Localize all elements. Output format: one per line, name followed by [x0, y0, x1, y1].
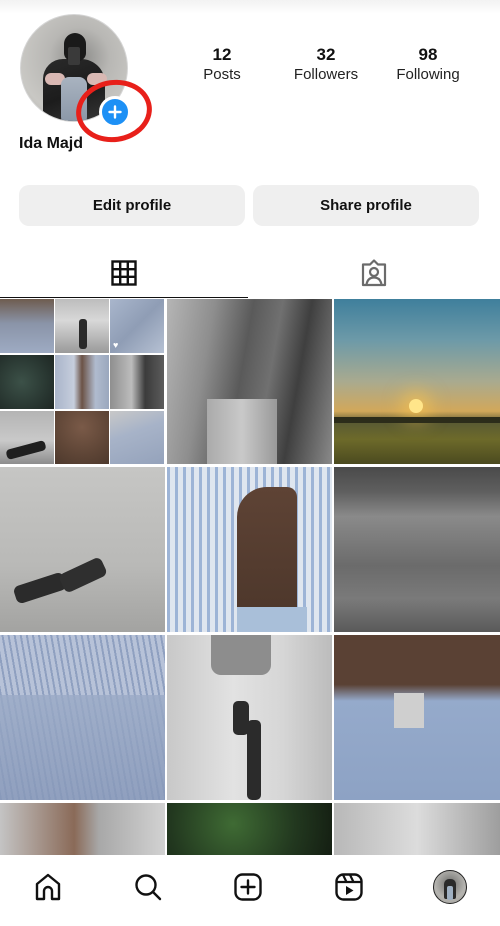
following-count: 98: [418, 45, 438, 64]
grid-post[interactable]: [334, 803, 500, 855]
reels-icon: [335, 873, 363, 901]
tagged-person-icon: [361, 259, 387, 287]
grid-post[interactable]: [167, 299, 332, 464]
grid-post[interactable]: [167, 467, 332, 632]
grid-post[interactable]: [0, 467, 165, 632]
profile-tabs: [0, 248, 500, 298]
stat-followers[interactable]: 32 Followers: [284, 45, 368, 85]
nav-profile[interactable]: [432, 869, 468, 905]
search-icon: [135, 874, 162, 901]
bottom-navigation: [0, 855, 500, 926]
grid-post-collage[interactable]: ♥: [0, 299, 165, 464]
nav-home[interactable]: [30, 869, 66, 905]
grid-post[interactable]: [167, 803, 332, 855]
nav-create[interactable]: [230, 869, 266, 905]
grid-post[interactable]: [334, 299, 500, 464]
posts-grid: ♥: [0, 299, 500, 855]
nav-search[interactable]: [130, 869, 166, 905]
status-bar-area: [0, 0, 500, 14]
edit-profile-button[interactable]: Edit profile: [19, 185, 245, 226]
grid-post[interactable]: [334, 467, 500, 632]
grid-post[interactable]: [167, 635, 332, 800]
posts-label: Posts: [203, 66, 241, 83]
grid-icon: [111, 259, 137, 286]
profile-avatar-icon: [433, 870, 467, 904]
posts-count: 12: [212, 45, 232, 64]
add-post-icon: [234, 873, 262, 901]
tab-posts-grid[interactable]: [0, 248, 248, 298]
grid-post[interactable]: [334, 635, 500, 800]
home-icon: [35, 873, 61, 901]
stat-following[interactable]: 98 Following: [386, 45, 470, 85]
grid-post[interactable]: [0, 635, 165, 800]
heart-icon: ♥: [113, 340, 119, 350]
followers-count: 32: [316, 45, 336, 64]
plus-icon: [108, 105, 122, 119]
following-label: Following: [396, 66, 460, 83]
share-profile-button[interactable]: Share profile: [253, 185, 479, 226]
add-story-button[interactable]: [99, 96, 131, 128]
grid-post[interactable]: [0, 803, 165, 855]
followers-label: Followers: [293, 66, 359, 83]
profile-username: Ida Majd: [19, 135, 84, 152]
nav-reels[interactable]: [331, 869, 367, 905]
tab-tagged[interactable]: [250, 248, 498, 298]
stat-posts[interactable]: 12 Posts: [180, 45, 264, 85]
